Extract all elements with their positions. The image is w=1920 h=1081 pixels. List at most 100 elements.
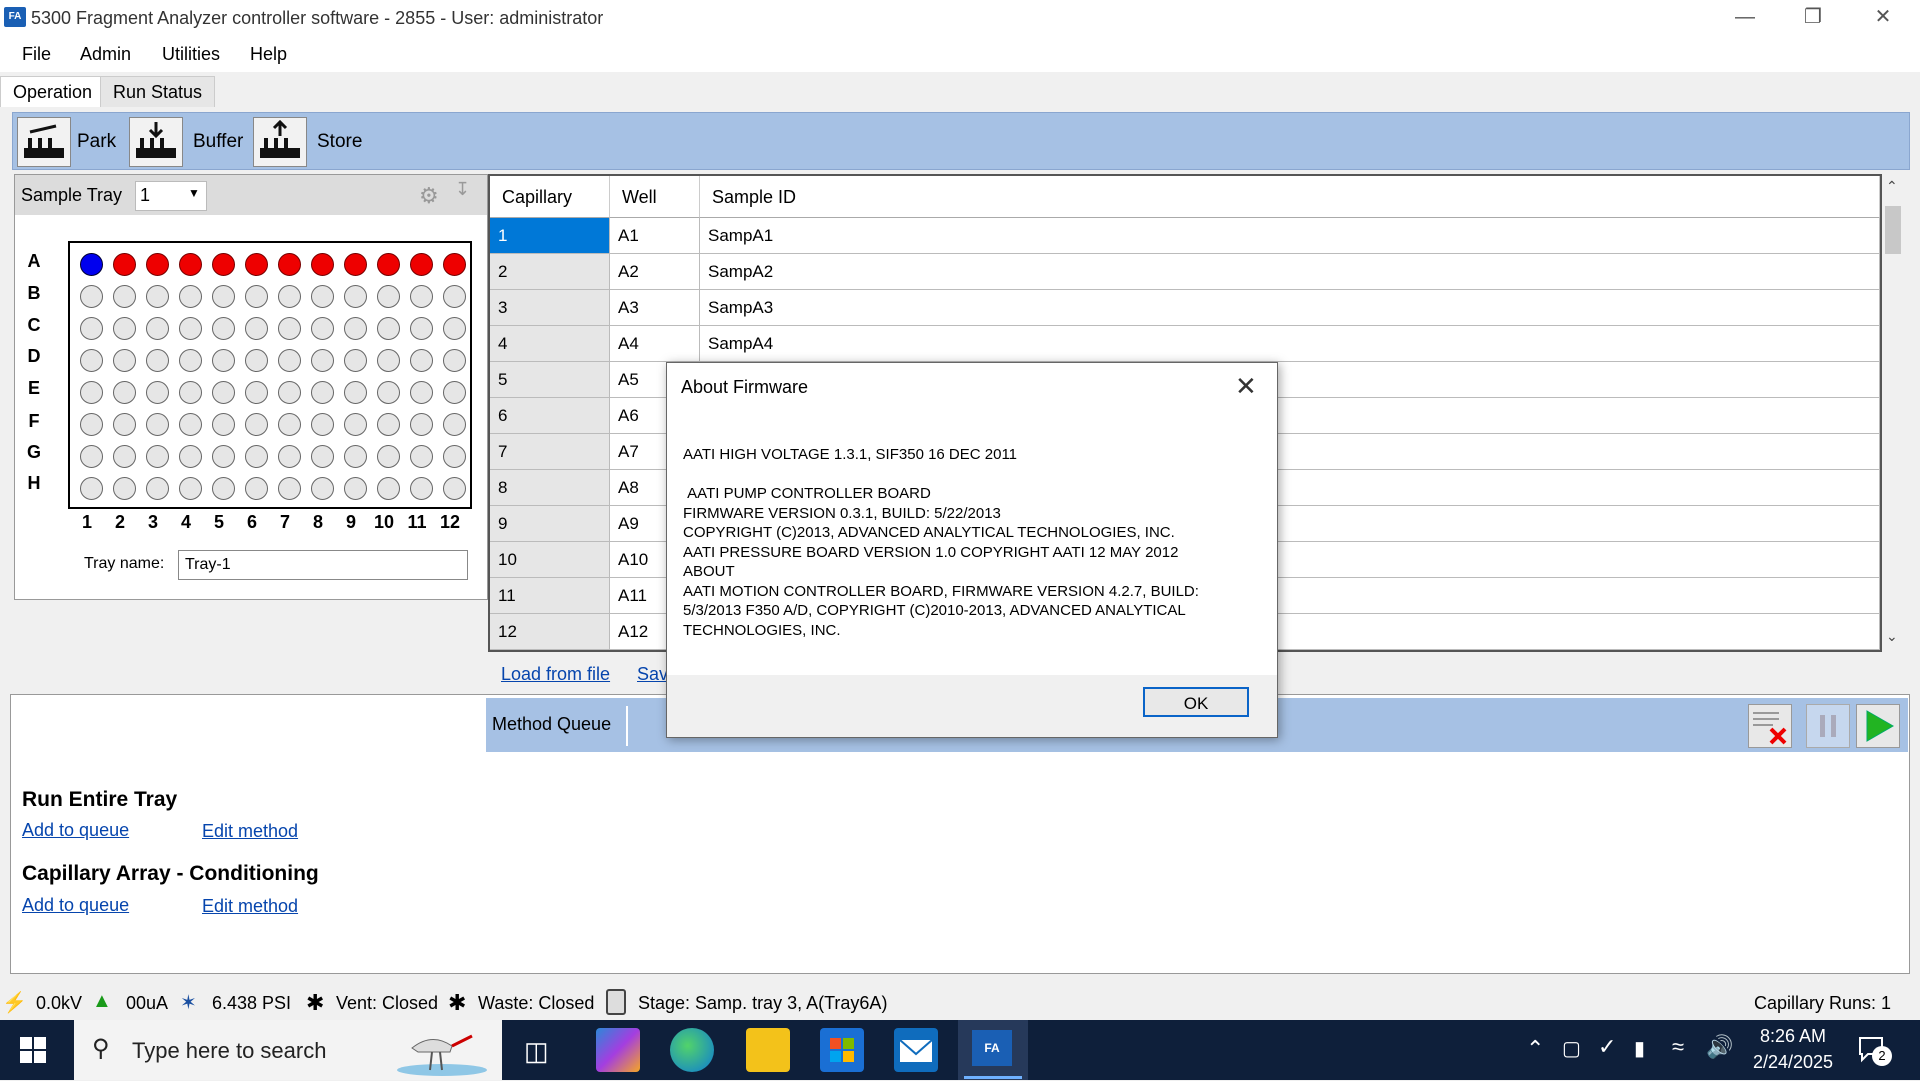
minimize-button[interactable]: — (1710, 0, 1780, 36)
well-g9[interactable] (344, 445, 367, 468)
clock-date[interactable]: 2/24/2025 (1744, 1052, 1842, 1073)
meet-now-icon[interactable]: ▢ (1562, 1036, 1581, 1061)
well-h12[interactable] (443, 477, 466, 500)
add-to-queue-link[interactable]: Add to queue (22, 895, 129, 916)
well-c3[interactable] (146, 317, 169, 340)
security-icon[interactable]: ✓ (1598, 1034, 1616, 1060)
well-f7[interactable] (278, 413, 301, 436)
clock-time[interactable]: 8:26 AM (1748, 1026, 1838, 1047)
well-a3[interactable] (146, 253, 169, 276)
well-c10[interactable] (377, 317, 400, 340)
file-explorer-icon[interactable] (746, 1028, 790, 1072)
well-b10[interactable] (377, 285, 400, 308)
well-e2[interactable] (113, 381, 136, 404)
well-h11[interactable] (410, 477, 433, 500)
well-c5[interactable] (212, 317, 235, 340)
menu-help[interactable]: Help (250, 44, 287, 65)
cell-capillary[interactable]: 2 (490, 254, 610, 289)
well-b4[interactable] (179, 285, 202, 308)
header-sample-id[interactable]: Sample ID (700, 176, 1880, 218)
cell-capillary[interactable]: 3 (490, 290, 610, 325)
well-f4[interactable] (179, 413, 202, 436)
taskbar-search-box[interactable]: ⚲ Type here to search (74, 1020, 502, 1080)
cell-sample-id[interactable]: SampA1 (700, 218, 1880, 253)
cell-capillary[interactable]: 4 (490, 326, 610, 361)
tab-operation[interactable]: Operation (0, 76, 106, 107)
cell-sample-id[interactable]: SampA2 (700, 254, 1880, 289)
pin-icon[interactable]: ↧ (455, 179, 470, 200)
well-b5[interactable] (212, 285, 235, 308)
cell-capillary[interactable]: 11 (490, 578, 610, 613)
well-h2[interactable] (113, 477, 136, 500)
cell-capillary[interactable]: 9 (490, 506, 610, 541)
well-e10[interactable] (377, 381, 400, 404)
well-b9[interactable] (344, 285, 367, 308)
header-capillary[interactable]: Capillary (490, 176, 610, 218)
well-c11[interactable] (410, 317, 433, 340)
well-b8[interactable] (311, 285, 334, 308)
well-e8[interactable] (311, 381, 334, 404)
well-e5[interactable] (212, 381, 235, 404)
well-f11[interactable] (410, 413, 433, 436)
volume-icon[interactable]: 🔊 (1706, 1034, 1733, 1060)
well-c1[interactable] (80, 317, 103, 340)
well-e12[interactable] (443, 381, 466, 404)
well-h1[interactable] (80, 477, 103, 500)
well-g6[interactable] (245, 445, 268, 468)
well-c6[interactable] (245, 317, 268, 340)
cell-well[interactable]: A3 (610, 290, 700, 325)
cell-capillary[interactable]: 6 (490, 398, 610, 433)
well-d8[interactable] (311, 349, 334, 372)
well-f3[interactable] (146, 413, 169, 436)
buffer-label[interactable]: Buffer (193, 131, 243, 153)
well-b6[interactable] (245, 285, 268, 308)
cell-capillary[interactable]: 1 (490, 218, 610, 253)
well-h6[interactable] (245, 477, 268, 500)
well-f1[interactable] (80, 413, 103, 436)
battery-icon[interactable]: ▮ (1634, 1036, 1645, 1061)
tray-name-input[interactable]: Tray-1 (178, 550, 468, 580)
well-g10[interactable] (377, 445, 400, 468)
well-h8[interactable] (311, 477, 334, 500)
well-g2[interactable] (113, 445, 136, 468)
well-c7[interactable] (278, 317, 301, 340)
table-row[interactable]: 3 A3 SampA3 (490, 290, 1880, 326)
table-row[interactable]: 1 A1 SampA1 (490, 218, 1880, 254)
scroll-down-icon[interactable]: ⌄ (1886, 628, 1898, 645)
well-h10[interactable] (377, 477, 400, 500)
close-window-button[interactable]: ✕ (1848, 0, 1918, 36)
well-a11[interactable] (410, 253, 433, 276)
well-g8[interactable] (311, 445, 334, 468)
well-b11[interactable] (410, 285, 433, 308)
well-a5[interactable] (212, 253, 235, 276)
restore-button[interactable]: ❐ (1778, 0, 1848, 36)
well-a7[interactable] (278, 253, 301, 276)
well-g1[interactable] (80, 445, 103, 468)
gear-icon[interactable]: ⚙ (419, 183, 439, 209)
scroll-thumb[interactable] (1885, 206, 1901, 254)
park-icon[interactable] (17, 117, 71, 167)
well-e3[interactable] (146, 381, 169, 404)
well-f9[interactable] (344, 413, 367, 436)
well-a8[interactable] (311, 253, 334, 276)
well-f12[interactable] (443, 413, 466, 436)
well-c9[interactable] (344, 317, 367, 340)
tab-run-status[interactable]: Run Status (100, 76, 216, 107)
well-b7[interactable] (278, 285, 301, 308)
well-d2[interactable] (113, 349, 136, 372)
cell-well[interactable]: A2 (610, 254, 700, 289)
chevron-up-icon[interactable]: ⌃ (1526, 1036, 1544, 1062)
well-d9[interactable] (344, 349, 367, 372)
well-c8[interactable] (311, 317, 334, 340)
well-b3[interactable] (146, 285, 169, 308)
edit-method-link[interactable]: Edit method (202, 896, 298, 917)
windows-start-icon[interactable] (20, 1037, 46, 1068)
menu-file[interactable]: File (22, 44, 51, 65)
cell-capillary[interactable]: 7 (490, 434, 610, 469)
well-e9[interactable] (344, 381, 367, 404)
load-from-file-link[interactable]: Load from file (501, 664, 610, 685)
well-d4[interactable] (179, 349, 202, 372)
wifi-icon[interactable]: ≈ (1672, 1034, 1684, 1060)
cell-capillary[interactable]: 5 (490, 362, 610, 397)
microsoft-store-icon[interactable] (820, 1028, 864, 1072)
